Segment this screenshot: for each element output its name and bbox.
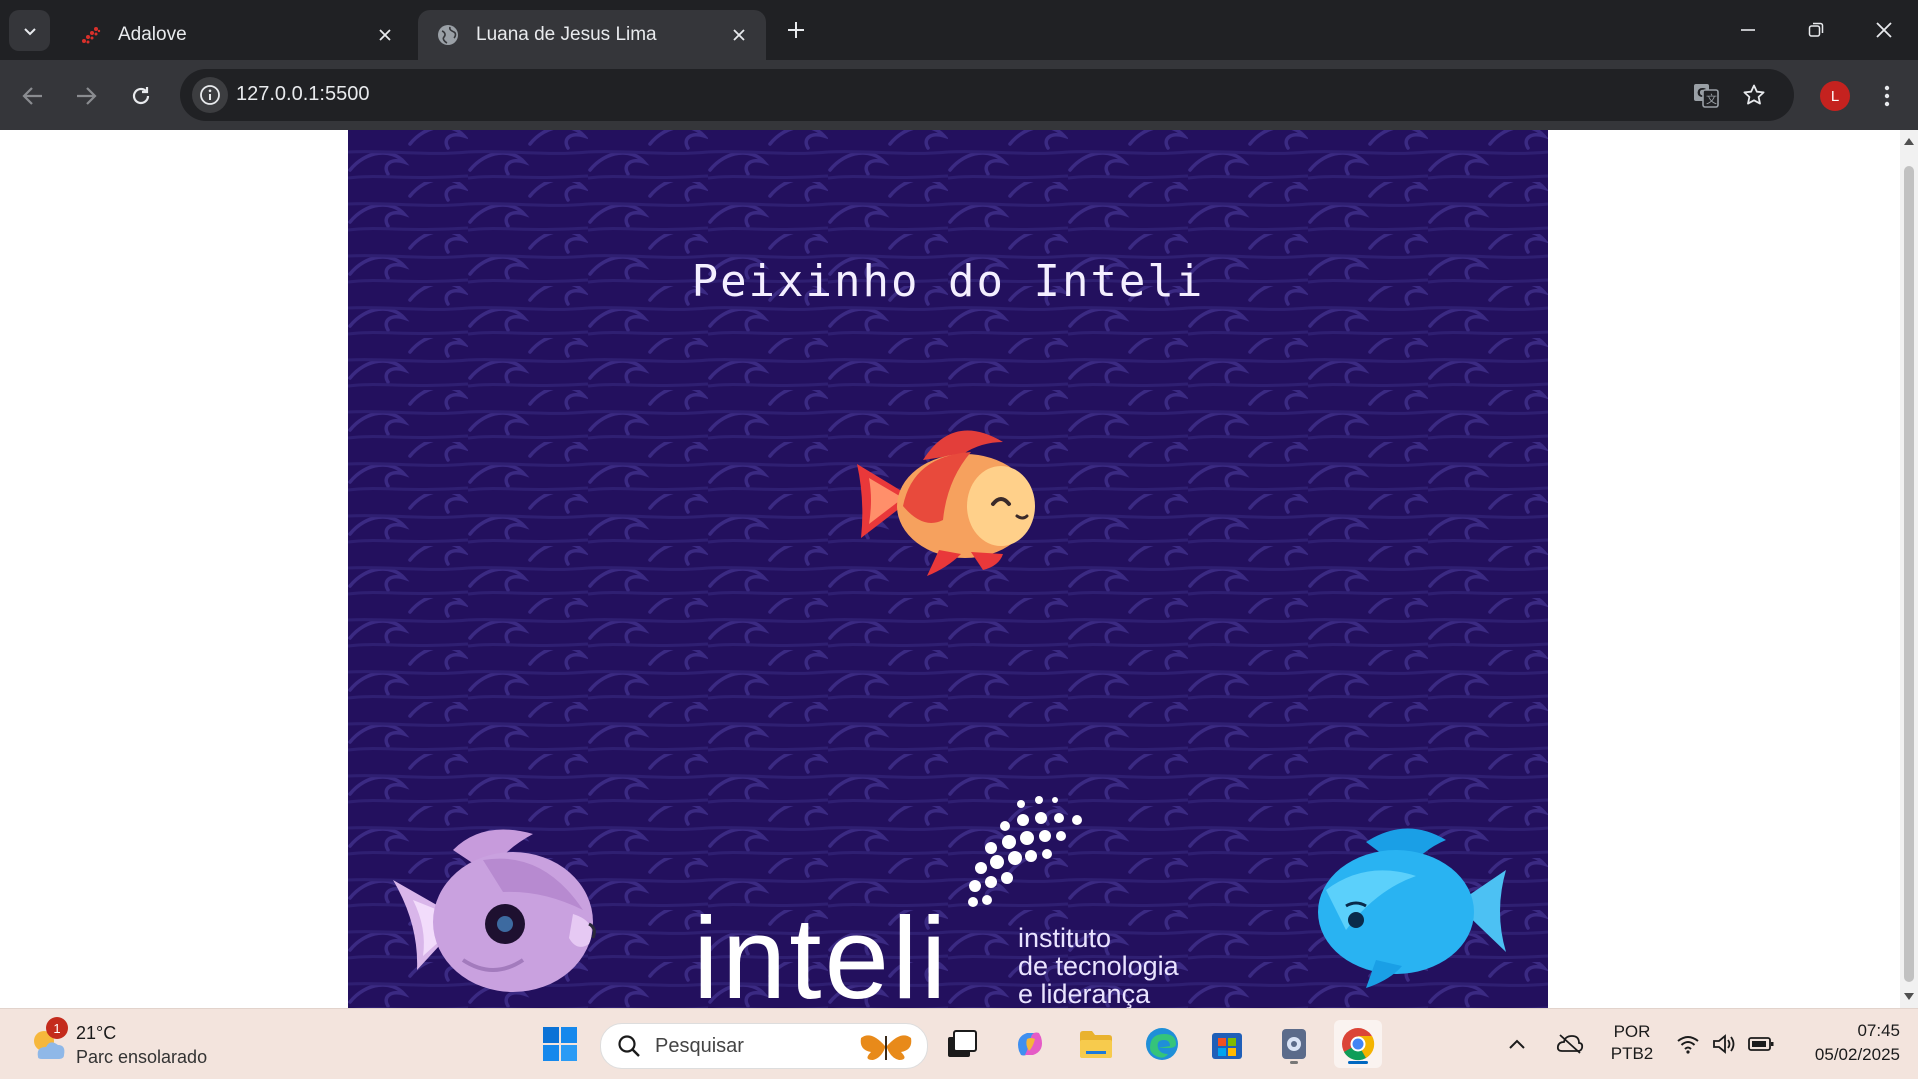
system-clock[interactable]: 07:45 05/02/2025: [1790, 1019, 1900, 1067]
microsoft-store-button[interactable]: [1203, 1020, 1251, 1068]
new-tab-button[interactable]: [780, 14, 812, 46]
bookmark-star-icon[interactable]: [1736, 77, 1772, 113]
more-menu-button[interactable]: [1872, 78, 1902, 114]
running-indicator: [1290, 1061, 1298, 1064]
translate-icon[interactable]: G文: [1688, 77, 1724, 113]
vertical-scrollbar[interactable]: [1900, 130, 1918, 1008]
windows-taskbar: 1 21°C Parc ensolarado Pesquisar POR PTB…: [0, 1008, 1918, 1079]
close-tab-icon[interactable]: [726, 22, 752, 48]
clock-date: 05/02/2025: [1814, 1045, 1900, 1064]
chrome-icon: [1342, 1028, 1375, 1061]
chevron-up-icon: [1509, 1039, 1525, 1049]
arrow-right-icon: [77, 87, 97, 105]
address-bar[interactable]: 127.0.0.1:5500 G文: [180, 69, 1794, 121]
edge-icon: [1146, 1028, 1178, 1060]
orange-fish-player[interactable]: [843, 420, 1043, 580]
volume-button[interactable]: [1708, 1020, 1740, 1068]
url-text: 127.0.0.1:5500: [236, 83, 370, 105]
app-gear-icon: [1282, 1029, 1306, 1059]
start-button[interactable]: [536, 1020, 584, 1068]
input-language-indicator[interactable]: POR PTB2: [1600, 1021, 1664, 1065]
edge-button[interactable]: [1138, 1020, 1186, 1068]
chrome-button[interactable]: [1334, 1020, 1382, 1068]
globe-icon: [436, 23, 460, 47]
keyboard-layout: PTB2: [1610, 1044, 1654, 1063]
tab-search-button[interactable]: [9, 10, 50, 51]
taskbar-search[interactable]: Pesquisar: [600, 1023, 928, 1069]
clock-time: 07:45: [1857, 1021, 1900, 1040]
restore-icon: [1808, 22, 1824, 37]
butterfly-highlight-icon: [860, 1035, 912, 1060]
browser-toolbar: 127.0.0.1:5500 G文 L: [0, 60, 1918, 130]
inteli-dot-mark: [968, 796, 1082, 907]
restore-button[interactable]: [1782, 0, 1850, 60]
cloud-offline-icon: [1556, 1034, 1584, 1054]
tab-strip: Adalove Luana de Jesus Lima: [0, 0, 1918, 60]
game-title: Peixinho do Inteli: [691, 256, 1205, 307]
task-view-icon: [948, 1030, 977, 1057]
close-tab-icon[interactable]: [372, 22, 398, 48]
back-button[interactable]: [13, 76, 53, 116]
language-code: POR: [1613, 1022, 1651, 1041]
tab-luana[interactable]: Luana de Jesus Lima: [418, 10, 766, 60]
chevron-down-icon: [23, 27, 36, 35]
battery-button[interactable]: [1744, 1020, 1778, 1068]
scroll-up-arrow-icon[interactable]: [1904, 136, 1914, 146]
site-info-icon[interactable]: [192, 77, 228, 113]
scrollbar-thumb[interactable]: [1904, 166, 1914, 982]
kebab-menu-icon: [1884, 85, 1890, 107]
search-icon: [618, 1035, 640, 1057]
notification-badge: 1: [46, 1017, 68, 1039]
windows-logo-icon: [543, 1027, 577, 1061]
reload-icon: [132, 87, 150, 105]
snipping-app-button[interactable]: [1270, 1020, 1318, 1068]
inteli-tagline: instituto de tecnologia e liderança: [1018, 923, 1179, 1008]
adalove-favicon: [78, 23, 102, 47]
copilot-icon: [1018, 1032, 1042, 1056]
folder-icon: [1080, 1031, 1112, 1058]
game-canvas[interactable]: Peixinho do Inteli inteli instituto de t…: [348, 130, 1548, 1008]
minimize-button[interactable]: [1714, 0, 1782, 60]
profile-avatar[interactable]: L: [1820, 81, 1850, 111]
inteli-logo: inteli instituto de tecnologia e lideran…: [693, 790, 1213, 1008]
forward-button[interactable]: [66, 76, 106, 116]
close-window-button[interactable]: [1850, 0, 1918, 60]
close-icon: [1876, 22, 1892, 38]
weather-widget[interactable]: 1 21°C Parc ensolarado: [28, 1017, 268, 1069]
tab-adalove[interactable]: Adalove: [60, 10, 412, 60]
speaker-icon: [1713, 1034, 1735, 1054]
scroll-down-arrow-icon[interactable]: [1904, 992, 1914, 1002]
plus-icon: [788, 22, 804, 38]
page-viewport: Peixinho do Inteli inteli instituto de t…: [0, 130, 1900, 1008]
svg-text:文: 文: [1706, 92, 1717, 106]
weather-temperature: 21°C: [76, 1023, 117, 1043]
show-hidden-icons-button[interactable]: [1502, 1020, 1532, 1068]
tab-title: Luana de Jesus Lima: [476, 24, 657, 45]
weather-condition: Parc ensolarado: [76, 1047, 208, 1067]
search-placeholder: Pesquisar: [655, 1035, 744, 1057]
onedrive-offline-button[interactable]: [1552, 1020, 1588, 1068]
reload-button[interactable]: [121, 76, 161, 116]
minimize-icon: [1741, 29, 1755, 31]
battery-icon: [1748, 1037, 1774, 1051]
blue-fish: [1318, 828, 1506, 988]
store-icon: [1212, 1033, 1242, 1059]
file-explorer-button[interactable]: [1072, 1020, 1120, 1068]
arrow-left-icon: [22, 87, 42, 105]
task-view-button[interactable]: [938, 1020, 986, 1068]
copilot-button[interactable]: [1006, 1020, 1054, 1068]
purple-fish: [393, 829, 596, 992]
inteli-wordmark: inteli: [693, 893, 950, 1008]
active-app-indicator: [1348, 1061, 1368, 1064]
network-button[interactable]: [1672, 1020, 1704, 1068]
tab-title: Adalove: [118, 24, 187, 45]
wifi-icon: [1677, 1036, 1699, 1054]
